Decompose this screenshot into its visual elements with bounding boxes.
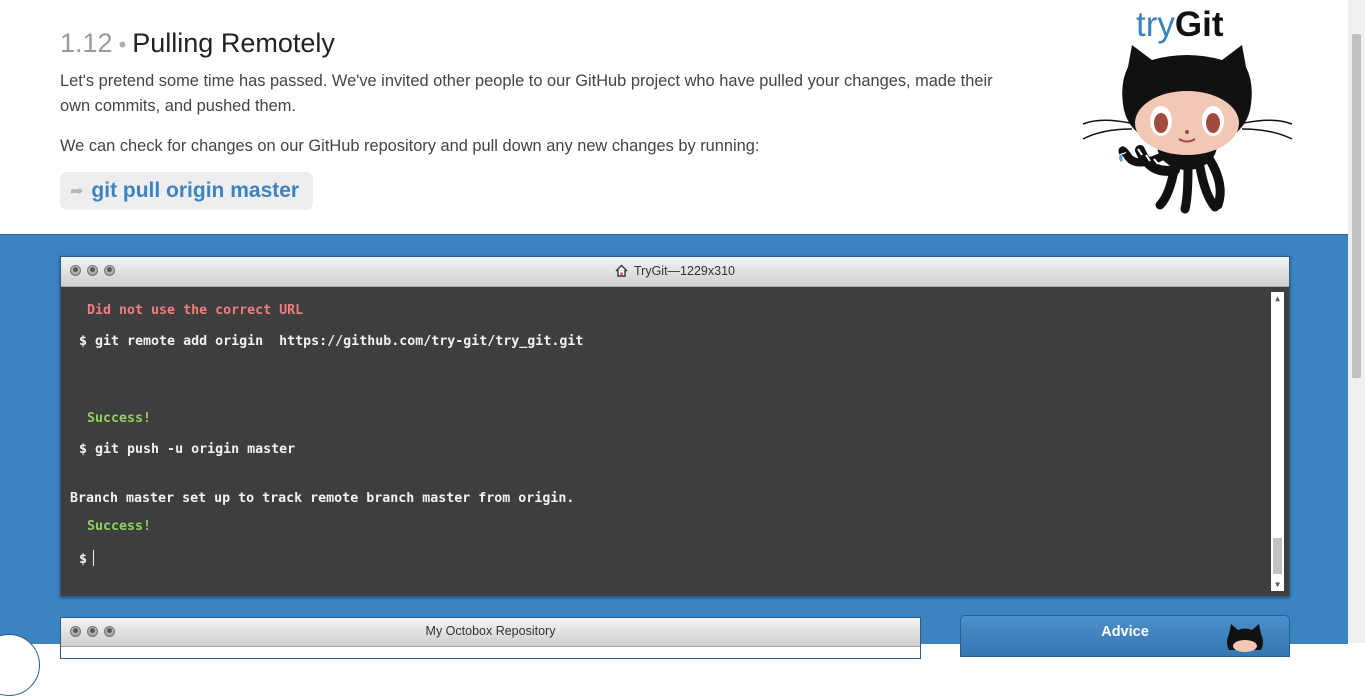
text-cursor	[93, 550, 95, 566]
console-title: TryGit—1229x310	[61, 264, 1289, 278]
octocat-icon	[1227, 624, 1263, 652]
lesson-header: 1.12 • Pulling Remotely Let's pretend some…	[60, 24, 1020, 159]
terminal-scrollbar[interactable]: ▲ ▼	[1271, 292, 1284, 591]
run-command-button[interactable]: ➦ git pull origin master	[60, 172, 314, 210]
lesson-paragraph-1: Let's pretend some time has passed. We'v…	[60, 72, 993, 115]
terminal-line-success: Success!	[87, 519, 152, 534]
scroll-up-icon[interactable]: ▲	[1271, 292, 1284, 305]
lesson-separator: •	[118, 32, 127, 57]
terminal-scrollbar-thumb[interactable]	[1273, 538, 1282, 574]
terminal-line-error: Did not use the correct URL	[87, 303, 304, 318]
lesson-paragraph-2: We can check for changes on our GitHub r…	[60, 137, 760, 155]
octocat-icon	[1082, 45, 1293, 214]
lesson-title: 1.12 • Pulling Remotely	[60, 24, 1020, 64]
page-scrollbar[interactable]	[1348, 0, 1365, 643]
terminal-line-command: $ git remote add origin https://github.c…	[79, 334, 584, 349]
trygit-logo: tryGit	[1080, 5, 1295, 215]
terminal-line-success: Success!	[87, 411, 152, 426]
terminal-line-output: Branch master set up to track remote bra…	[70, 491, 575, 506]
page-scrollbar-thumb[interactable]	[1352, 34, 1361, 378]
scroll-down-icon[interactable]: ▼	[1271, 578, 1284, 591]
terminal[interactable]: Did not use the correct URL $ git remote…	[61, 287, 1289, 596]
advice-panel[interactable]: Advice	[960, 615, 1290, 657]
lesson-title-text: Pulling Remotely	[132, 28, 335, 58]
octobox-repository-window[interactable]: My Octobox Repository	[60, 617, 921, 659]
console-titlebar: TryGit—1229x310	[61, 257, 1289, 287]
console-window[interactable]: TryGit—1229x310 Did not use the correct …	[60, 256, 1290, 597]
arrow-icon: ➦	[70, 183, 84, 200]
octobox-title: My Octobox Repository	[425, 624, 556, 638]
home-icon	[615, 264, 628, 277]
terminal-line-command: $ git push -u origin master	[79, 442, 296, 457]
prompt-symbol: $	[79, 552, 88, 567]
advice-title: Advice	[1101, 624, 1149, 640]
terminal-prompt[interactable]: $	[79, 550, 95, 567]
command-text: git pull origin master	[91, 179, 300, 202]
lesson-number: 1.12	[60, 28, 113, 58]
console-title-text: TryGit—1229x310	[634, 264, 735, 278]
